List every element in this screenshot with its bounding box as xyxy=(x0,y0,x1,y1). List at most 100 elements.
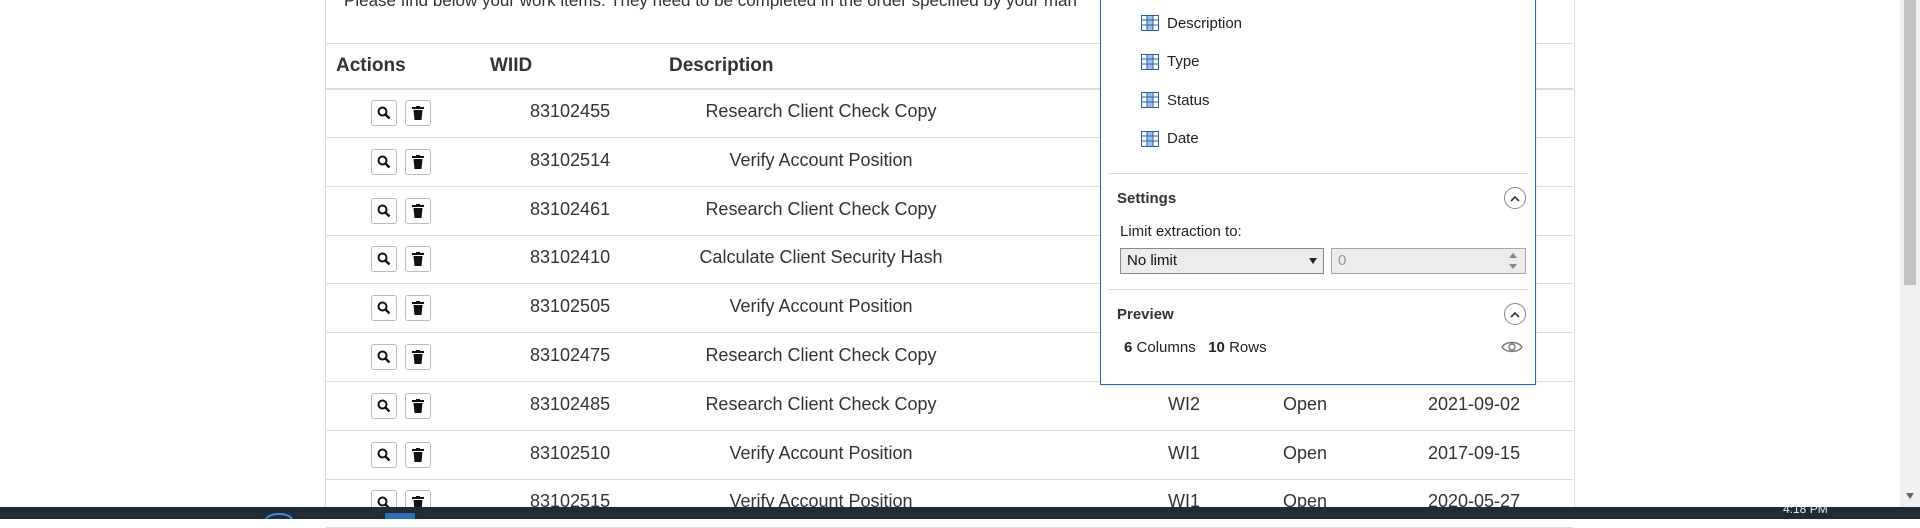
chevron-up-icon xyxy=(1510,311,1520,318)
delete-button[interactable] xyxy=(405,246,431,273)
magnifier-icon xyxy=(377,301,391,315)
eye-icon xyxy=(1501,341,1523,353)
description-cell: Research Client Check Copy xyxy=(705,345,937,365)
taskbar: 4:18 PM xyxy=(0,507,1920,519)
scrollbar-thumb[interactable] xyxy=(1904,0,1916,285)
view-button[interactable] xyxy=(371,344,397,370)
magnifier-icon xyxy=(377,350,391,364)
magnifier-icon xyxy=(377,399,391,413)
wiid-cell: 83102505 xyxy=(530,296,611,317)
preview-title: Preview xyxy=(1117,306,1174,323)
trash-icon xyxy=(412,203,424,218)
wiid-cell: 83102485 xyxy=(530,393,611,414)
description-cell: Research Client Check Copy xyxy=(705,101,937,121)
extraction-panel: Description Type Status Date Settings Limit… xyxy=(1100,0,1536,385)
view-button[interactable] xyxy=(371,148,397,175)
date-cell: 2021-09-02 xyxy=(1428,393,1521,414)
page-scrollbar[interactable] xyxy=(1900,0,1920,507)
delete-button[interactable] xyxy=(405,295,431,322)
preview-stats: 6 Columns 10 Rows xyxy=(1124,339,1267,356)
type-cell: WI2 xyxy=(1168,393,1201,414)
description-cell: Verify Account Position xyxy=(729,149,913,170)
date-cell: 2017-09-15 xyxy=(1428,442,1521,463)
column-item[interactable]: Date xyxy=(1141,129,1199,149)
wiid-cell: 83102514 xyxy=(530,149,611,170)
preview-button[interactable] xyxy=(1500,337,1524,357)
trash-icon xyxy=(412,447,424,462)
magnifier-icon xyxy=(377,106,391,120)
view-button[interactable] xyxy=(371,441,397,468)
column-item[interactable]: Description xyxy=(1141,13,1242,33)
table-row: 83102515 Verify Account Position WI1 Open 20… xyxy=(326,479,1573,528)
magnifier-icon xyxy=(377,252,391,266)
header-actions: Actions xyxy=(336,55,406,76)
column-item[interactable]: Type xyxy=(1141,52,1200,72)
limit-select[interactable]: No limit xyxy=(1120,248,1324,274)
table-row: 83102510 Verify Account Position WI1 Open 20… xyxy=(326,431,1573,480)
header-description[interactable]: Description xyxy=(669,55,774,77)
limit-select-value: No limit xyxy=(1127,252,1178,269)
preview-rows-count: 10 xyxy=(1208,339,1225,356)
table-column-icon xyxy=(1141,130,1159,147)
view-button[interactable] xyxy=(371,295,397,322)
settings-title: Settings xyxy=(1117,190,1177,207)
view-button[interactable] xyxy=(371,392,397,419)
wiid-cell: 83102455 xyxy=(530,101,611,121)
limit-number-input[interactable]: 0 xyxy=(1331,248,1526,274)
spin-down-icon[interactable] xyxy=(1509,264,1517,269)
preview-collapse-button[interactable] xyxy=(1504,303,1526,325)
column-item-label: Type xyxy=(1167,53,1200,70)
status-cell: Open xyxy=(1283,442,1328,463)
delete-button[interactable] xyxy=(405,148,431,175)
header-wiid[interactable]: WIID xyxy=(490,55,532,77)
delete-button[interactable] xyxy=(405,441,431,468)
limit-number-value: 0 xyxy=(1338,252,1347,269)
delete-button[interactable] xyxy=(405,100,431,126)
limit-label: Limit extraction to: xyxy=(1120,223,1242,240)
wiid-cell: 83102510 xyxy=(530,442,611,463)
trash-icon xyxy=(412,106,424,120)
column-item-label: Status xyxy=(1167,91,1210,109)
intro-text: Please find below your work items. They … xyxy=(344,0,1077,10)
browser-icon[interactable] xyxy=(265,513,293,519)
taskbar-clock: 4:18 PM xyxy=(1783,507,1828,516)
trash-icon xyxy=(412,154,424,169)
trash-icon xyxy=(412,398,424,413)
delete-button[interactable] xyxy=(405,344,431,370)
description-cell: Verify Account Position xyxy=(729,442,913,463)
status-cell: Open xyxy=(1283,393,1328,414)
trash-icon xyxy=(412,350,424,364)
divider xyxy=(1108,173,1528,174)
table-column-icon xyxy=(1141,15,1159,31)
description-cell: Research Client Check Copy xyxy=(705,393,937,414)
delete-button[interactable] xyxy=(405,392,431,419)
column-item-label: Description xyxy=(1167,14,1243,32)
scroll-down-icon[interactable] xyxy=(1906,493,1914,499)
divider xyxy=(1108,289,1528,290)
wiid-cell: 83102410 xyxy=(530,247,611,268)
wiid-cell: 83102475 xyxy=(530,345,611,365)
description-cell: Verify Account Position xyxy=(729,296,913,317)
chevron-down-icon xyxy=(1309,258,1317,264)
trash-icon xyxy=(412,252,424,267)
magnifier-icon xyxy=(377,155,391,169)
description-cell: Research Client Check Copy xyxy=(705,198,937,219)
spin-up-icon[interactable] xyxy=(1509,253,1517,258)
preview-columns-label: Columns xyxy=(1136,339,1196,356)
app-icon[interactable] xyxy=(385,513,415,519)
chevron-up-icon xyxy=(1510,195,1520,202)
wiid-cell: 83102461 xyxy=(530,198,611,219)
column-item[interactable]: Status xyxy=(1141,90,1210,110)
column-item-label: Date xyxy=(1167,130,1199,147)
preview-columns-count: 6 xyxy=(1124,339,1133,356)
preview-rows-label: Rows xyxy=(1229,339,1267,356)
trash-icon xyxy=(412,301,424,316)
view-button[interactable] xyxy=(371,246,397,273)
delete-button[interactable] xyxy=(405,197,431,224)
table-row: 83102485 Research Client Check Copy WI2 Ope… xyxy=(326,382,1573,431)
magnifier-icon xyxy=(377,448,391,461)
magnifier-icon xyxy=(377,204,391,217)
view-button[interactable] xyxy=(371,197,397,224)
view-button[interactable] xyxy=(371,100,397,126)
settings-collapse-button[interactable] xyxy=(1504,187,1526,209)
